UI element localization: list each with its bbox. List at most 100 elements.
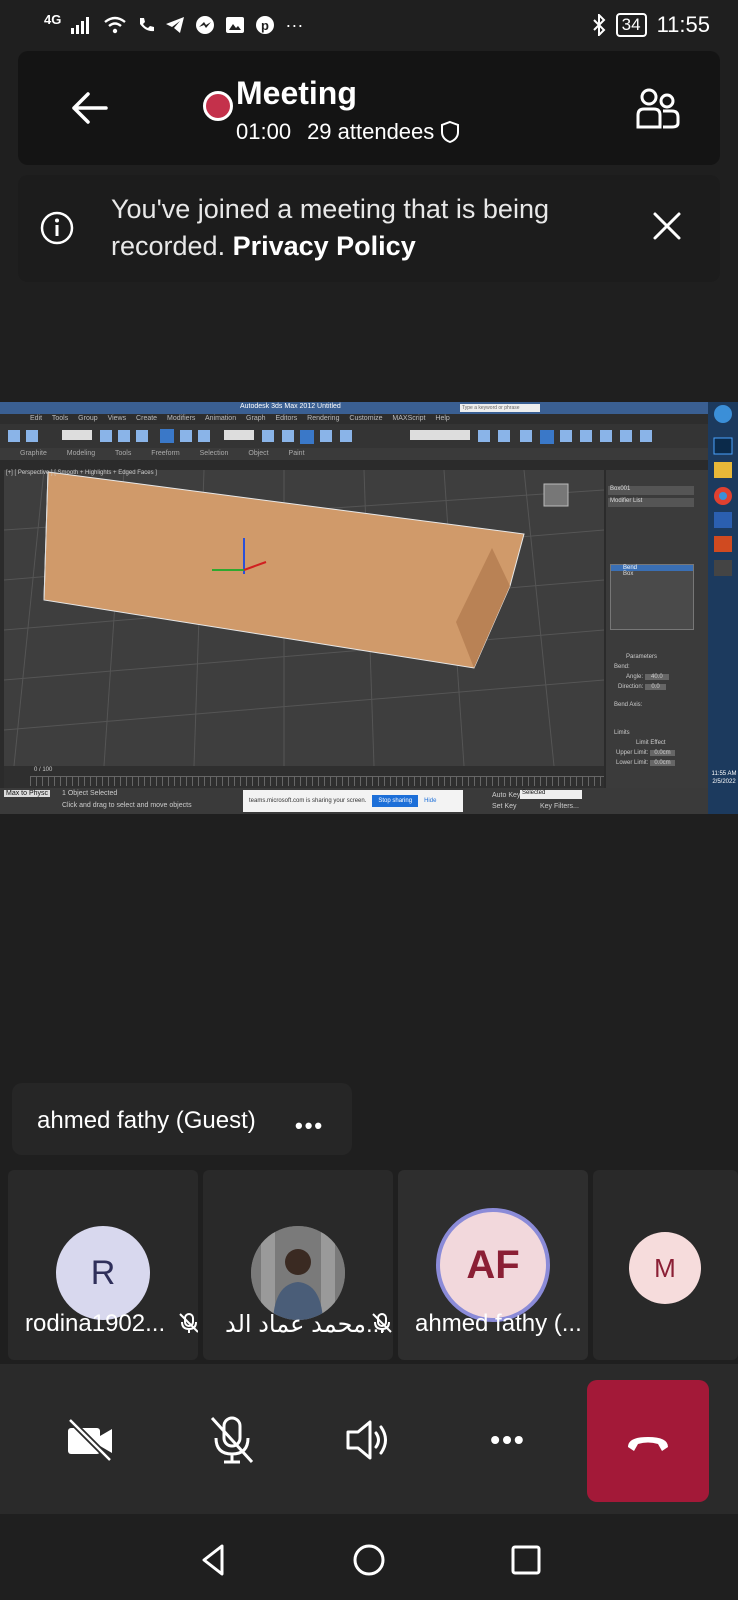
gallery-icon <box>226 17 245 33</box>
participant-tile-2[interactable]: محمد عماد الد... <box>203 1170 393 1360</box>
lower-limit-row: Lower Limit: 0.0cm <box>616 760 675 766</box>
speaker-icon <box>346 1420 387 1460</box>
upper-limit-value: 0.0cm <box>650 750 675 756</box>
angle-row: Angle: 40.0 <box>626 674 669 680</box>
camera-off-icon <box>67 1417 113 1463</box>
lower-limit-label: Lower Limit: <box>616 760 649 766</box>
microphone-toggle-button[interactable] <box>206 1414 258 1466</box>
taskbar-time: 11:55 AM <box>711 771 737 777</box>
auto-key: Auto Key <box>492 792 521 799</box>
participant-tile-1[interactable]: R rodina1902... <box>8 1170 198 1360</box>
direction-value: 0.0 <box>645 684 666 690</box>
meeting-duration: 01:00 <box>236 119 292 144</box>
recording-banner: You've joined a meeting that is being re… <box>18 175 720 282</box>
avatar: AF <box>436 1208 550 1322</box>
timeline-ruler <box>30 776 604 786</box>
avatar: M <box>629 1232 701 1304</box>
speaker-button[interactable] <box>342 1414 394 1466</box>
signal-icon <box>71 17 90 34</box>
modifier-list: Modifier List <box>608 498 694 507</box>
direction-row: Direction: 0.0 <box>618 684 666 690</box>
active-speaker-name: ahmed fathy (Guest) <box>37 1107 256 1134</box>
recents-icon[interactable] <box>506 1540 546 1580</box>
sharing-toast: teams.microsoft.com is sharing your scre… <box>243 790 463 812</box>
taskbar-clock: 11:55 AM 2/5/2022 <box>709 770 738 786</box>
participants-icon[interactable] <box>636 87 680 131</box>
mic-off-icon <box>179 1313 198 1333</box>
speaker-more-button[interactable]: ••• <box>295 1113 324 1139</box>
participant-name: محمد عماد الد... <box>225 1311 386 1338</box>
bend-label: Bend: <box>614 664 630 670</box>
max-script-label: Max to Physc <box>4 790 51 797</box>
max-menubar: Edit Tools Group Views Create Modifiers … <box>0 414 708 424</box>
meeting-header: Meeting 01:00 29 attendees <box>18 51 720 165</box>
lower-limit-value: 0.0cm <box>650 760 675 766</box>
max-ribbon-tabs: Graphite Modeling Tools Freeform Selecti… <box>20 450 305 457</box>
stack-item-box: Box <box>623 571 634 577</box>
angle-label: Angle: <box>626 674 644 680</box>
wifi-icon <box>104 16 127 34</box>
max-app-title: Autodesk 3ds Max 2012 Untitled <box>240 403 341 410</box>
meeting-title: Meeting <box>236 75 357 111</box>
max-ribbon: Graphite Modeling Tools Freeform Selecti… <box>0 448 708 460</box>
direction-label: Direction: <box>618 684 644 690</box>
upper-limit-label: Upper Limit: <box>616 750 649 756</box>
bluetooth-icon <box>592 14 606 36</box>
bend-axis-label: Bend Axis: <box>614 702 643 708</box>
params-title: Parameters <box>626 654 658 660</box>
status-hint: Click and drag to select and move object… <box>62 802 192 809</box>
meeting-subtitle: 01:00 29 attendees <box>236 119 460 145</box>
back-arrow-icon[interactable] <box>68 86 112 130</box>
banner-message: You've joined a meeting that is being re… <box>111 191 631 265</box>
mic-off-icon <box>210 1416 254 1464</box>
home-icon[interactable] <box>349 1540 389 1580</box>
clock: 11:55 <box>656 12 710 37</box>
phone-icon <box>140 18 155 32</box>
set-key: Set Key <box>492 803 517 810</box>
hide-link: Hide <box>424 798 437 804</box>
selected-dropdown: Selected <box>520 790 582 799</box>
navigation-bar <box>0 1520 738 1600</box>
status-bar: 4G p ··· 34 11:55 <box>0 0 738 50</box>
camera-toggle-button[interactable] <box>64 1414 116 1466</box>
messenger-icon <box>196 16 215 34</box>
network-type: 4G <box>44 11 62 27</box>
shield-icon <box>441 120 460 144</box>
close-icon[interactable] <box>652 211 682 241</box>
avatar-photo <box>251 1226 345 1320</box>
angle-value: 40.0 <box>645 674 669 680</box>
modifier-stack: Bend Box <box>610 564 694 630</box>
selection-status: 1 Object Selected <box>62 790 118 797</box>
participant-name: ahmed fathy (... <box>415 1310 582 1337</box>
participant-name: rodina1902... <box>25 1310 166 1337</box>
back-icon[interactable] <box>194 1540 234 1580</box>
max-titlebar: Autodesk 3ds Max 2012 Untitled Type a ke… <box>0 402 708 414</box>
person-photo-icon <box>251 1226 345 1320</box>
hang-up-button[interactable] <box>587 1380 709 1502</box>
call-controls: ••• <box>0 1364 738 1514</box>
recording-indicator <box>203 91 233 121</box>
telegram-icon <box>166 17 185 33</box>
battery-level: 34 <box>615 13 647 37</box>
object-name: Box001 <box>608 486 694 495</box>
max-viewport: [+] [ Perspective ] [ Smooth + Highlight… <box>3 469 605 767</box>
taskbar-icons <box>713 405 733 576</box>
sharing-notice: teams.microsoft.com is sharing your scre… <box>249 798 367 804</box>
max-toolbar <box>0 424 708 448</box>
upper-limit-row: Upper Limit: 0.0cm <box>616 750 675 756</box>
status-right: 34 11:55 <box>592 12 710 38</box>
taskbar-date: 2/5/2022 <box>712 779 736 785</box>
stop-sharing-button: Stop sharing <box>372 795 419 807</box>
participant-tile-3[interactable]: AF ahmed fathy (... <box>398 1170 588 1360</box>
participant-tile-4[interactable]: M <box>593 1170 738 1360</box>
windows-taskbar: 11:55 AM 2/5/2022 <box>708 402 738 814</box>
svg-text:p: p <box>261 18 269 33</box>
more-options-button[interactable]: ••• <box>482 1414 534 1466</box>
active-speaker-chip[interactable]: ahmed fathy (Guest) ••• <box>12 1083 352 1155</box>
shared-screen[interactable]: Autodesk 3ds Max 2012 Untitled Type a ke… <box>0 402 738 814</box>
max-menu-items: Edit Tools Group Views Create Modifiers … <box>30 415 450 422</box>
timeline-label: 0 / 100 <box>34 767 53 773</box>
key-filters: Key Filters... <box>540 803 579 810</box>
privacy-policy-link[interactable]: Privacy Policy <box>233 231 416 261</box>
attendee-count[interactable]: 29 attendees <box>307 119 434 145</box>
